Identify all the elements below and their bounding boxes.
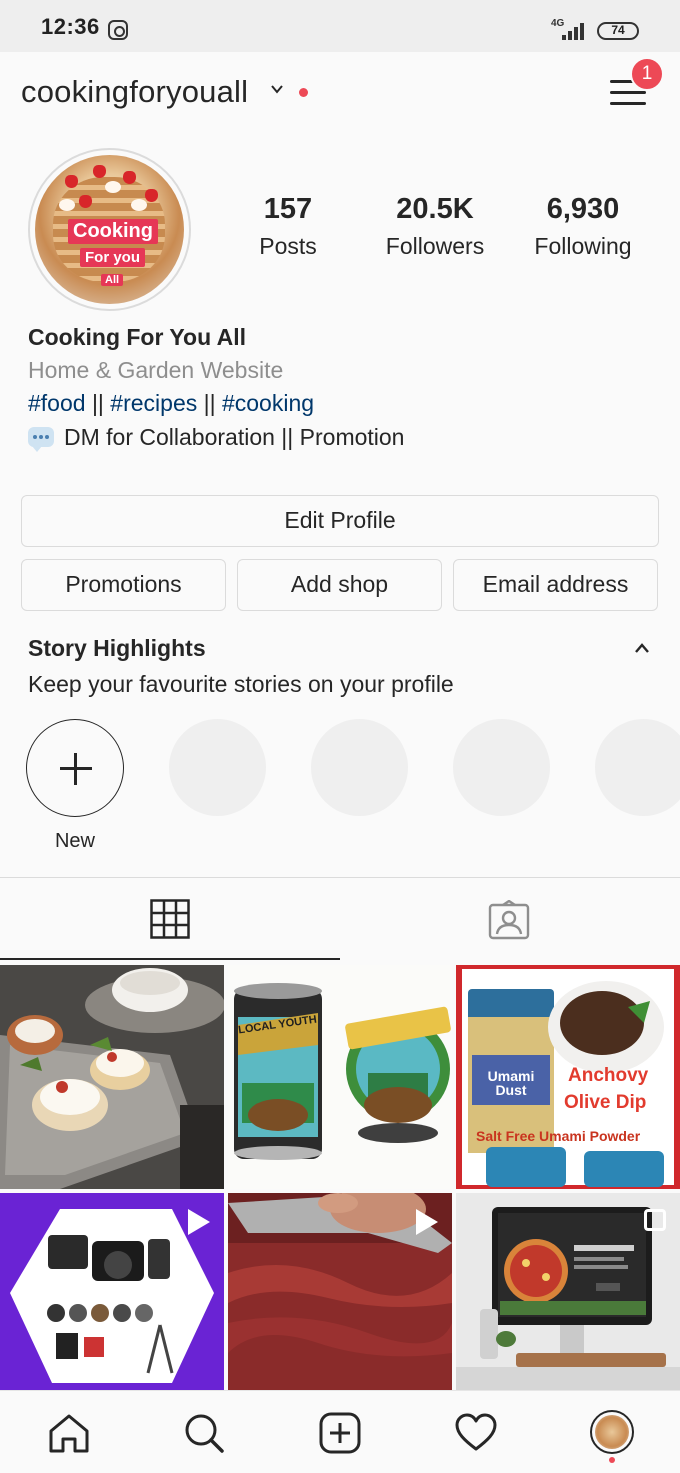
new-activity-dot [299, 88, 308, 97]
notification-badge: 1 [630, 57, 664, 91]
cream [105, 181, 121, 193]
status-time: 12:36 [41, 14, 100, 39]
video-play-icon [416, 1209, 438, 1235]
strawberry [123, 171, 136, 184]
post-caption-text: Anchovy [568, 1065, 649, 1086]
home-icon[interactable] [47, 1411, 91, 1455]
post-thumbnail[interactable] [0, 965, 224, 1189]
post-thumbnail[interactable]: Umami Dust Anchovy Olive Dip Salt Free U… [456, 965, 680, 1189]
tab-tagged[interactable] [340, 878, 680, 960]
strawberry [79, 195, 92, 208]
multiple-photos-icon [644, 1209, 666, 1231]
stat-label: Followers [385, 233, 485, 259]
email-address-button[interactable]: Email address [453, 559, 658, 611]
tab-posts-grid[interactable] [0, 878, 340, 960]
dm-text: DM for Collaboration || Promotion [64, 424, 405, 450]
stat-value: 6,930 [546, 193, 620, 225]
avatar-label: All [101, 274, 124, 286]
post-thumbnail[interactable]: LOCAL YOUTH [228, 965, 452, 1189]
new-highlight-button[interactable] [26, 719, 124, 817]
highlight-placeholder [595, 719, 680, 816]
hashtag-link[interactable]: #recipes [110, 390, 197, 416]
cream [59, 199, 75, 211]
hashtag-link[interactable]: #cooking [222, 390, 314, 416]
avatar-label: Cooking [68, 219, 158, 244]
edit-profile-button[interactable]: Edit Profile [21, 495, 659, 547]
post-caption-text: Salt Free Umami Powder [476, 1128, 641, 1144]
story-highlights-title: Story Highlights [28, 635, 206, 661]
battery-indicator: 74 [597, 22, 639, 40]
promotions-button[interactable]: Promotions [21, 559, 226, 611]
grid-icon [150, 899, 190, 939]
post-thumbnail[interactable] [0, 1193, 224, 1390]
cream [131, 199, 147, 211]
post-thumbnail[interactable] [456, 1193, 680, 1390]
post-caption-text: Olive Dip [564, 1092, 647, 1113]
profile-nav-dot [609, 1457, 615, 1463]
new-highlight-label: New [54, 830, 95, 852]
profile-category: Home & Garden Website [28, 357, 284, 383]
story-highlights-subtitle: Keep your favourite stories on your prof… [28, 671, 454, 697]
stat-label: Posts [259, 233, 317, 259]
search-icon[interactable] [182, 1411, 226, 1455]
heart-icon[interactable] [454, 1411, 498, 1455]
highlight-placeholder [311, 719, 408, 816]
avatar-label: For you [80, 248, 145, 267]
strawberry [65, 175, 78, 188]
tagged-icon [488, 900, 530, 940]
post-caption-text: Umami Dust [487, 1068, 535, 1098]
highlight-placeholder [169, 719, 266, 816]
avatar[interactable]: Cooking For you All [35, 155, 184, 304]
post-image [0, 965, 224, 1189]
bio-dm-line: DM for Collaboration || Promotion [28, 424, 405, 452]
strawberry [93, 165, 106, 178]
stat-value: 157 [263, 193, 313, 225]
stat-following[interactable]: 6,930 Following [508, 193, 658, 260]
speech-bubble-icon [28, 427, 54, 452]
post-thumbnail[interactable] [228, 1193, 452, 1390]
strawberry [145, 189, 158, 202]
video-play-icon [188, 1209, 210, 1235]
stat-posts[interactable]: 157 Posts [213, 193, 363, 260]
post-image [228, 965, 452, 1189]
profile-username[interactable]: cookingforyouall [21, 74, 248, 110]
stat-label: Following [534, 233, 632, 259]
active-tab-indicator [0, 958, 340, 960]
new-post-icon[interactable] [318, 1411, 362, 1455]
signal-icon [560, 20, 586, 40]
instagram-status-icon [108, 20, 128, 40]
add-shop-button[interactable]: Add shop [237, 559, 442, 611]
stat-value: 20.5K [396, 193, 474, 225]
profile-nav-avatar[interactable] [590, 1410, 634, 1454]
profile-display-name: Cooking For You All [28, 324, 247, 350]
tag-separator: || [85, 390, 111, 416]
status-bar: 12:36 4G 74 [0, 0, 680, 52]
highlight-placeholder [453, 719, 550, 816]
chevron-up-icon[interactable] [633, 641, 651, 655]
stat-followers[interactable]: 20.5K Followers [360, 193, 510, 260]
chevron-down-icon[interactable] [270, 82, 284, 96]
hashtag-link[interactable]: #food [28, 390, 86, 416]
bio-hashtags: #food || #recipes || #cooking [28, 390, 314, 417]
tag-separator: || [197, 390, 222, 416]
